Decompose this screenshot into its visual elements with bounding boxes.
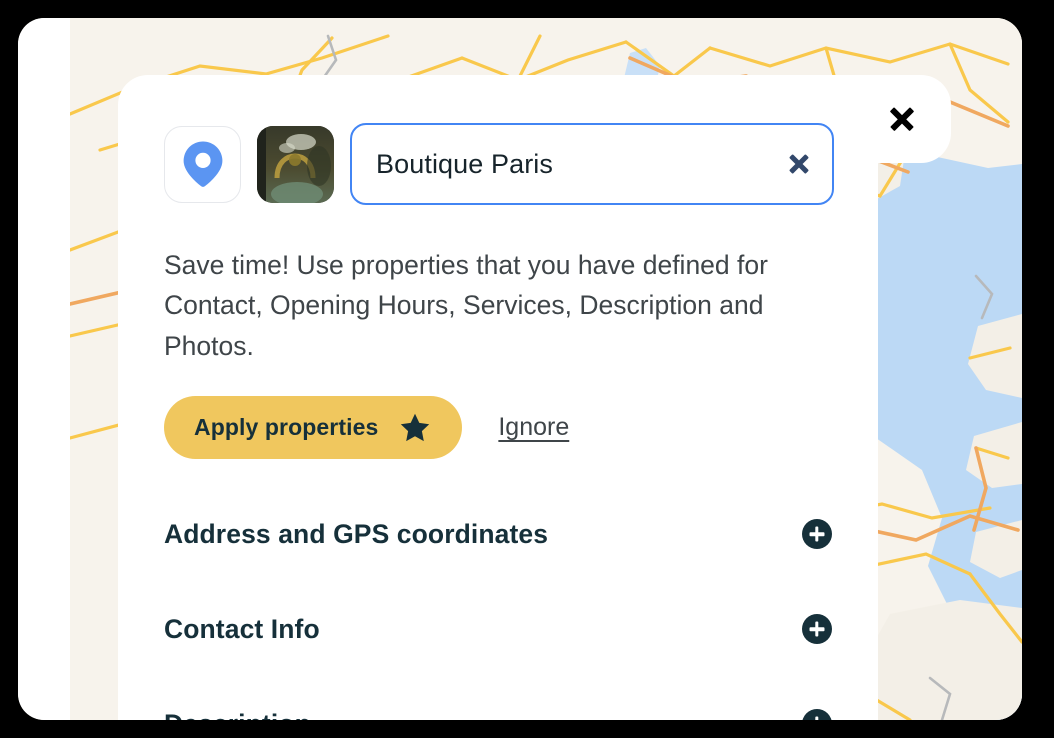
ignore-button[interactable]: Ignore xyxy=(498,413,569,442)
apply-properties-button[interactable]: Apply properties xyxy=(164,395,463,459)
action-row: Apply properties Ignore xyxy=(164,395,832,459)
accordion-title-description: Description xyxy=(164,709,311,720)
map-pin-icon xyxy=(183,141,222,187)
close-icon[interactable] xyxy=(887,104,917,134)
plus-icon[interactable] xyxy=(802,519,832,550)
business-name-input[interactable] xyxy=(376,148,774,180)
accordion-row-address[interactable]: Address and GPS coordinates xyxy=(164,501,832,568)
place-editor-panel: Save time! Use properties that you have … xyxy=(118,75,878,720)
place-thumbnail[interactable] xyxy=(257,125,334,203)
accordion-sections: Address and GPS coordinates Contact Info… xyxy=(164,501,832,720)
star-icon xyxy=(401,413,430,441)
accordion-row-description[interactable]: Description xyxy=(164,691,832,720)
accordion-row-contact[interactable]: Contact Info xyxy=(164,596,832,663)
business-name-field[interactable] xyxy=(350,123,834,205)
map-pin-tile[interactable] xyxy=(164,125,241,203)
plus-icon[interactable] xyxy=(802,709,832,720)
accordion-title-address: Address and GPS coordinates xyxy=(164,518,549,549)
clear-input-icon[interactable] xyxy=(788,153,810,175)
apply-properties-label: Apply properties xyxy=(194,413,379,440)
panel-header xyxy=(118,75,878,205)
device-frame: Rouen xyxy=(0,0,1054,738)
plus-icon[interactable] xyxy=(802,614,832,645)
app-shell-strip xyxy=(18,18,70,720)
promo-message: Save time! Use properties that you have … xyxy=(164,250,768,361)
accordion-title-contact: Contact Info xyxy=(164,613,320,644)
place-photo-image xyxy=(257,125,334,203)
map-viewport: Rouen xyxy=(18,18,1022,720)
